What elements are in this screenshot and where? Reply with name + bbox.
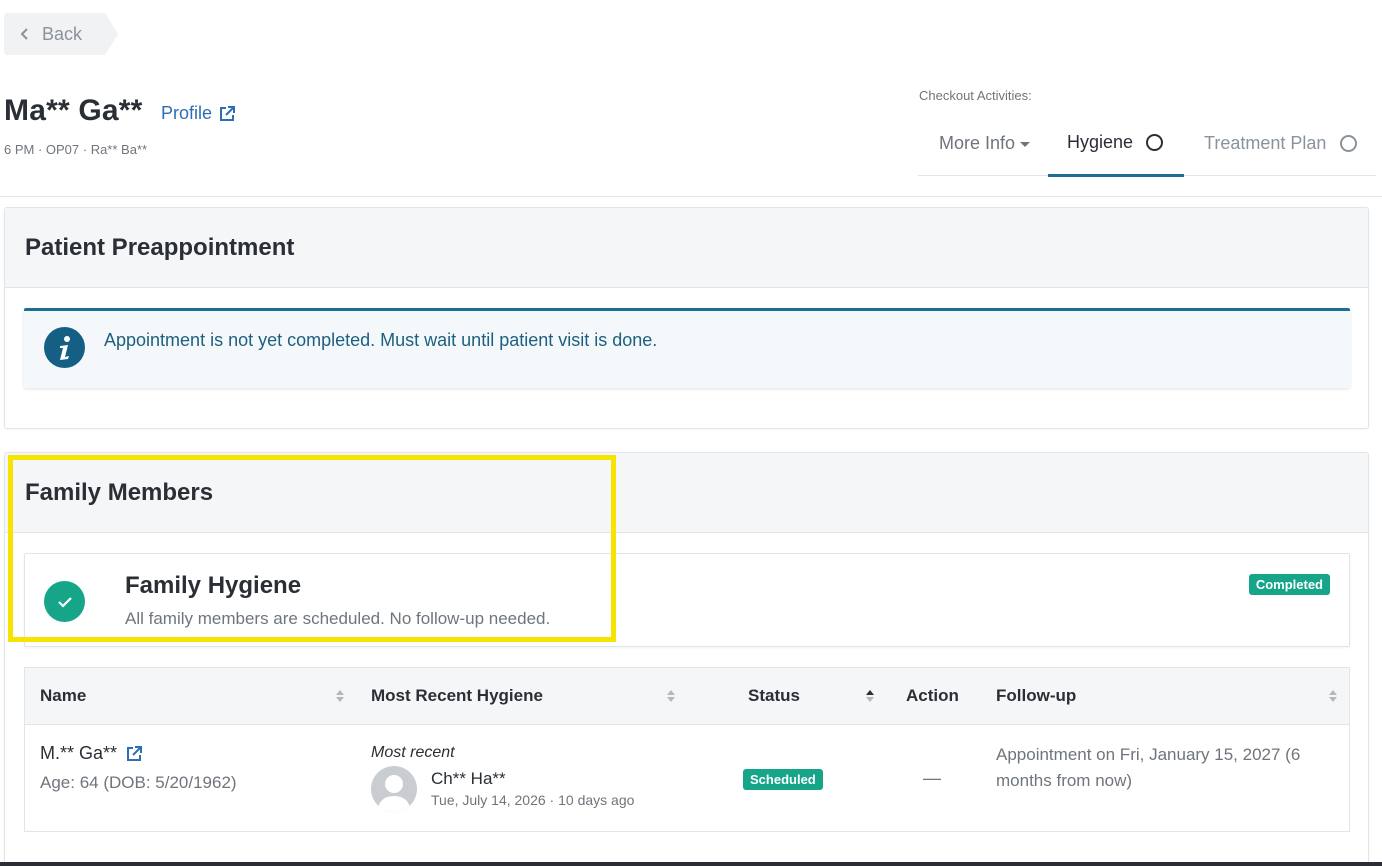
check-circle-icon (44, 581, 85, 622)
member-name-link[interactable]: M.** Ga** (40, 743, 143, 764)
member-age: Age: 64 (DOB: 5/20/1962) (40, 773, 237, 792)
follow-up-text: Appointment on Fri, January 15, 2027 (6 … (996, 745, 1301, 790)
preappointment-title: Patient Preappointment (25, 233, 295, 261)
chevron-left-icon (20, 28, 28, 40)
member-name: M.** Ga** (40, 743, 118, 763)
back-label: Back (42, 24, 83, 44)
avatar (371, 766, 417, 812)
family-members-card: Family Members Family Hygiene All family… (4, 452, 1369, 866)
status-badge: Scheduled (743, 769, 823, 790)
info-message: Appointment is not yet completed. Must w… (104, 330, 658, 350)
tab-more-info[interactable]: More Info (939, 110, 1031, 176)
external-link-icon (220, 105, 236, 121)
most-recent-label: Most recent (371, 744, 455, 761)
header-divider (0, 196, 1382, 197)
column-header-status[interactable]: Status (748, 668, 800, 724)
preappointment-card: Patient Preappointment Appointment is no… (4, 207, 1369, 429)
column-header-action: Action (906, 686, 959, 705)
checkout-activities-label: Checkout Activities: (919, 88, 1032, 103)
column-header-follow-up[interactable]: Follow-up (996, 668, 1076, 724)
external-link-icon (127, 745, 143, 761)
profile-link-label: Profile (161, 103, 213, 123)
status-cell: Scheduled (743, 768, 823, 790)
table-header: Name Most Recent Hygiene Status Action F… (25, 668, 1349, 725)
family-members-title: Family Members (25, 478, 214, 506)
column-header-name[interactable]: Name (40, 668, 86, 724)
tab-treatment-plan[interactable]: Treatment Plan (1204, 110, 1358, 176)
sort-ascending-icon[interactable] (865, 688, 875, 704)
family-members-card-header: Family Members (5, 453, 1368, 533)
tab-hygiene[interactable]: Hygiene (1048, 110, 1184, 177)
family-hygiene-summary: Family Hygiene All family members are sc… (24, 553, 1350, 647)
incomplete-circle-icon (1146, 133, 1164, 151)
hygiene-date: Tue, July 14, 2026 · 10 days ago (431, 792, 635, 808)
checkout-tabs: More Info Hygiene Treatment Plan (918, 110, 1376, 177)
column-header-most-recent-hygiene[interactable]: Most Recent Hygiene (371, 668, 543, 724)
profile-link[interactable]: Profile (161, 103, 236, 124)
provider-name: Ch** Ha** (431, 769, 506, 788)
tab-more-info-label: More Info (939, 132, 1016, 153)
sort-icon[interactable] (666, 688, 676, 704)
action-cell: — (923, 768, 941, 788)
info-alert: Appointment is not yet completed. Must w… (24, 308, 1350, 388)
back-button[interactable]: Back (4, 13, 118, 55)
info-icon (44, 327, 85, 368)
caret-down-icon (1020, 141, 1031, 147)
completed-badge: Completed (1248, 574, 1330, 595)
tab-treatment-plan-label: Treatment Plan (1204, 132, 1327, 153)
family-hygiene-subtitle: All family members are scheduled. No fol… (125, 609, 551, 628)
appointment-subline: 6 PM · OP07 · Ra** Ba** (4, 142, 148, 157)
tab-hygiene-label: Hygiene (1067, 131, 1134, 152)
bottom-bar (0, 862, 1382, 866)
family-hygiene-title: Family Hygiene (125, 572, 302, 599)
family-members-table: Name Most Recent Hygiene Status Action F… (24, 667, 1350, 832)
sort-icon[interactable] (335, 688, 345, 704)
sort-icon[interactable] (1328, 688, 1338, 704)
incomplete-circle-icon (1340, 134, 1358, 152)
patient-name: Ma** Ga** (4, 94, 143, 127)
preappointment-card-header: Patient Preappointment (5, 208, 1368, 288)
